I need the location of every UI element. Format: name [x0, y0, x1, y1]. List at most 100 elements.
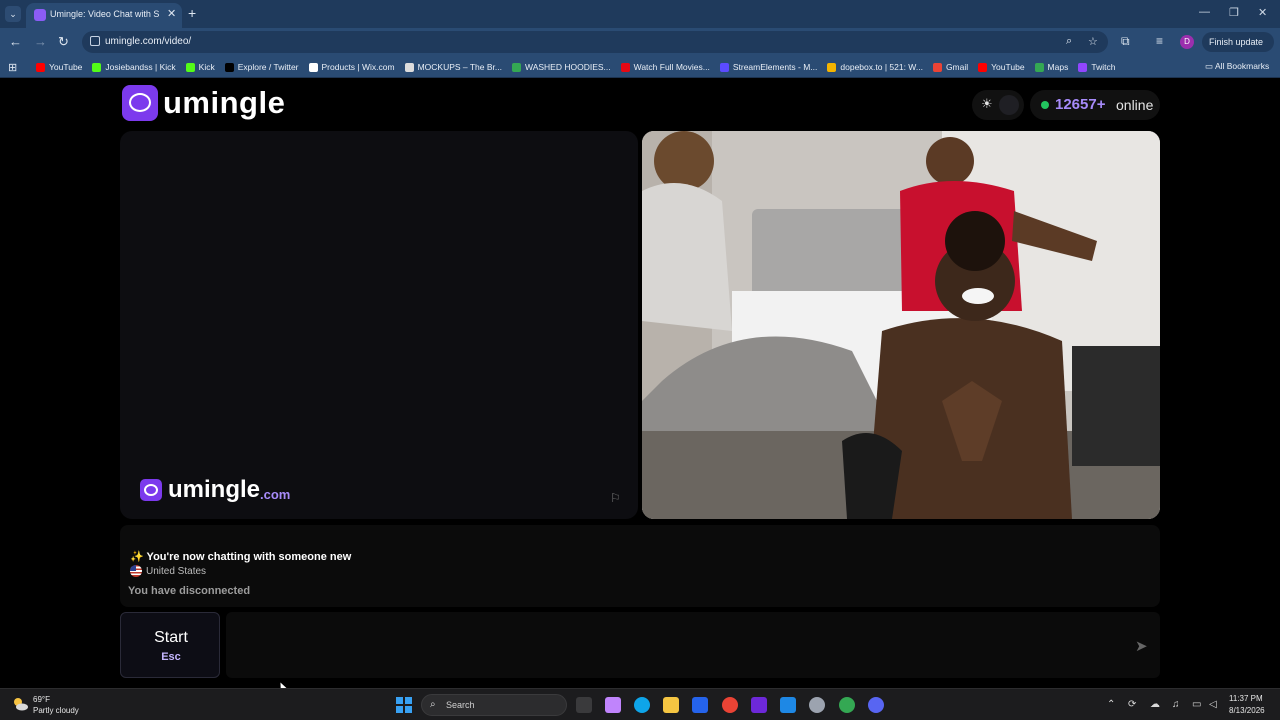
microphone-icon[interactable]: ♫ — [1172, 699, 1180, 710]
bookmark-star-icon[interactable]: ☆ — [1088, 35, 1098, 48]
discord-icon[interactable] — [868, 697, 884, 713]
bookmark-item[interactable]: StreamElements - M... — [719, 62, 818, 72]
edge-icon[interactable] — [634, 697, 650, 713]
clock-date[interactable]: 8/13/2026 — [1229, 706, 1265, 715]
bookmark-label: MOCKUPS – The Br... — [417, 62, 502, 72]
chat-bubble-icon — [122, 85, 158, 121]
weather-temperature[interactable]: 69°F — [33, 695, 50, 704]
store-icon[interactable] — [692, 697, 708, 713]
bookmark-favicon-icon — [511, 62, 521, 72]
zoom-icon[interactable]: ⌕ — [1066, 35, 1072, 48]
message-input[interactable] — [226, 612, 1160, 678]
site-info-icon[interactable] — [90, 36, 100, 46]
bookmark-item[interactable]: YouTube — [36, 62, 82, 72]
reload-icon[interactable]: ↻ — [58, 34, 69, 50]
watermark-suffix: .com — [260, 486, 291, 502]
profile-avatar[interactable]: D — [1180, 35, 1194, 49]
bookmark-favicon-icon — [932, 62, 942, 72]
browser-tab-active[interactable]: Umingle: Video Chat with S ✕ — [26, 3, 182, 28]
tray-overflow-icon[interactable]: ⌃ — [1107, 699, 1115, 710]
copilot-icon[interactable] — [605, 697, 621, 713]
bookmark-favicon-icon — [620, 62, 630, 72]
bookmark-favicon-icon — [36, 62, 45, 72]
new-tab-button[interactable]: + — [188, 5, 196, 21]
all-bookmarks-button[interactable]: ▭ All Bookmarks — [1205, 61, 1269, 72]
bookmarks-bar: ⊞ YouTube Josiebandss | Kick Kick Explore /… — [0, 56, 1280, 78]
apps-grid-icon[interactable]: ⊞ — [8, 61, 17, 74]
taskbar-search[interactable]: ⌕ Search — [421, 694, 567, 716]
site-logo[interactable]: umingle — [122, 85, 285, 121]
bookmark-item[interactable]: Explore / Twitter — [224, 62, 299, 72]
chat-log: ✨ You're now chatting with someone new U… — [120, 525, 1160, 607]
chrome-icon[interactable] — [722, 697, 738, 713]
bookmark-item[interactable]: Gmail — [932, 62, 968, 72]
bookmark-item[interactable]: Kick — [185, 62, 215, 72]
taskbar-search-label: Search — [446, 700, 475, 710]
bookmark-favicon-icon — [92, 62, 102, 72]
windows-start-icon[interactable] — [396, 697, 412, 713]
bookmark-label: StreamElements - M... — [732, 62, 818, 72]
media-controls-icon[interactable]: ≡ — [1156, 34, 1163, 48]
forward-icon[interactable]: → — [34, 34, 47, 49]
umingle-page: umingle ☀ 12657+ online umingle .com ⚐ ✨… — [0, 79, 1280, 696]
bookmark-item[interactable]: MOCKUPS – The Br... — [404, 62, 502, 72]
bookmark-item[interactable]: dopebox.to | 521: W... — [827, 62, 923, 72]
minimize-icon[interactable]: — — [1199, 6, 1210, 18]
bookmark-label: YouTube — [49, 62, 83, 72]
bookmark-item[interactable]: Maps — [1034, 62, 1069, 72]
bookmark-item[interactable]: Watch Full Movies... — [620, 62, 710, 72]
bookmark-label: Twitch — [1091, 62, 1116, 72]
bookmark-item[interactable]: YouTube — [978, 62, 1025, 72]
send-icon[interactable]: ➤ — [1135, 637, 1148, 655]
volume-icon[interactable]: ◁ — [1209, 699, 1217, 710]
onedrive-icon[interactable]: ☁ — [1150, 699, 1160, 710]
remote-video-feed — [642, 131, 1160, 519]
us-flag-icon — [130, 565, 142, 577]
online-counter: 12657+ online — [1030, 90, 1160, 120]
weather-description[interactable]: Partly cloudy — [33, 706, 79, 715]
bookmark-item[interactable]: WASHED HOODIES... — [511, 62, 611, 72]
disconnected-status: You have disconnected — [128, 585, 251, 597]
bookmark-favicon-icon — [827, 62, 837, 72]
sync-icon[interactable]: ⟳ — [1128, 699, 1136, 710]
window-close-icon[interactable]: ✕ — [1258, 6, 1267, 19]
restore-icon[interactable]: ❐ — [1229, 6, 1239, 19]
remote-video-image — [642, 131, 1160, 519]
bookmark-item[interactable]: Twitch — [1078, 62, 1115, 72]
bookmark-label: Maps — [1047, 62, 1069, 72]
file-explorer-icon[interactable] — [663, 697, 679, 713]
bookmark-label: YouTube — [991, 62, 1025, 72]
partner-country: United States — [130, 565, 206, 577]
address-url[interactable]: umingle.com/video/ — [105, 36, 191, 47]
theme-toggle[interactable]: ☀ — [972, 90, 1024, 120]
umingle-watermark: umingle .com — [140, 476, 290, 504]
browser-toolbar: ← → ↻ umingle.com/video/ ⌕ ☆ ⧉ ≡ D Finis… — [0, 28, 1280, 67]
partly-cloudy-icon — [14, 698, 28, 711]
bookmark-item[interactable]: Josiebandss | Kick — [92, 62, 176, 72]
bookmark-item[interactable]: Products | Wix.com — [308, 62, 395, 72]
task-view-icon[interactable] — [576, 697, 592, 713]
steam-icon[interactable] — [809, 697, 825, 713]
address-bar[interactable]: umingle.com/video/ ⌕ ☆ — [82, 31, 1108, 53]
new-chat-message: ✨ You're now chatting with someone new — [130, 551, 352, 563]
photos-icon[interactable] — [780, 697, 796, 713]
report-flag-icon[interactable]: ⚐ — [610, 491, 621, 505]
tab-close-icon[interactable]: ✕ — [167, 7, 176, 20]
bookmark-favicon-icon — [978, 62, 988, 72]
start-label: Start — [154, 629, 188, 646]
bookmark-label: Kick — [198, 62, 215, 72]
start-button[interactable]: Start Esc — [120, 612, 220, 678]
tab-search-button[interactable]: ⌄ — [5, 6, 21, 22]
extensions-icon[interactable]: ⧉ — [1121, 34, 1130, 49]
app-grid-icon[interactable] — [751, 697, 767, 713]
clock-time[interactable]: 11:37 PM — [1229, 694, 1263, 703]
chrome-profile-icon[interactable] — [839, 697, 855, 713]
bookmark-favicon-icon — [185, 62, 195, 72]
finish-update-button[interactable]: Finish update ⋮ — [1202, 32, 1274, 67]
network-icon[interactable]: ▭ — [1192, 699, 1201, 710]
watermark-text: umingle — [168, 476, 261, 503]
logo-text: umingle — [163, 85, 286, 120]
chat-bubble-icon — [140, 479, 162, 501]
bookmark-label: Watch Full Movies... — [633, 62, 710, 72]
back-icon[interactable]: ← — [9, 34, 22, 49]
